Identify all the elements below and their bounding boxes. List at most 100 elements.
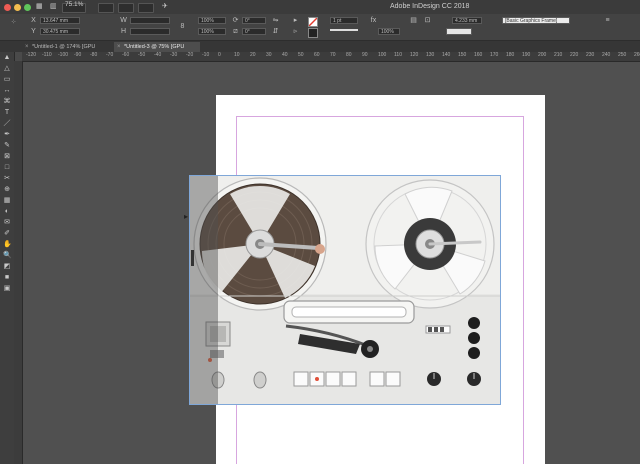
vertical-ruler[interactable]: [14, 61, 23, 464]
gradient-swatch-icon[interactable]: ▦: [3, 197, 11, 205]
eyedropper-icon[interactable]: ✐: [3, 230, 11, 238]
flip-vertical-icon[interactable]: ⇵: [272, 28, 279, 35]
ruler-tick-label: 120: [410, 52, 419, 58]
window-maximize-button[interactable]: [24, 4, 31, 11]
gradient-feather-icon[interactable]: ◐: [3, 208, 11, 216]
document-tabs: × *Untitled-1 @ 174% [GPU Preview] × *Un…: [0, 41, 640, 60]
constrain-proportions-icon[interactable]: 8: [179, 23, 186, 30]
none-swatch-icon: [309, 18, 317, 26]
arrange-documents-menu[interactable]: [138, 3, 154, 13]
ruler-tick-label: -100: [58, 52, 69, 58]
ruler-tick-label: -80: [90, 52, 98, 58]
ruler-tick-label: 30: [266, 52, 272, 58]
stroke-swatch[interactable]: [308, 28, 318, 38]
reference-point-icon[interactable]: ⁘: [10, 19, 17, 26]
bridge-icon[interactable]: ▥: [50, 0, 57, 14]
ruler-tick-label: 250: [618, 52, 627, 58]
zoom-icon[interactable]: 🔍: [3, 252, 12, 260]
ruler-tick-label: 110: [394, 52, 402, 58]
frame-edge-handle[interactable]: [191, 250, 194, 266]
app-home-icon[interactable]: ▦: [36, 0, 43, 14]
x-position-field[interactable]: 13.647 mm: [40, 17, 80, 24]
view-mode-icon[interactable]: ▣: [3, 285, 11, 293]
fitting-offset-field[interactable]: 4.233 mm: [452, 17, 482, 24]
select-container-icon[interactable]: ▸: [292, 17, 299, 24]
rect-tool-icon[interactable]: □: [3, 164, 11, 172]
graphics-frame[interactable]: [189, 175, 501, 405]
content-collector-icon[interactable]: ⌘: [3, 98, 11, 106]
ruler-tick-label: 10: [234, 52, 240, 58]
publish-online-icon[interactable]: ✈: [162, 0, 168, 14]
stroke-weight-field[interactable]: 1 pt: [330, 17, 358, 24]
flip-horizontal-icon[interactable]: ⇋: [272, 17, 279, 24]
free-transform-icon[interactable]: ⊕: [3, 186, 11, 194]
text-wrap-icon[interactable]: ▤: [410, 17, 417, 24]
tab-close-icon[interactable]: ×: [25, 42, 29, 52]
ruler-tick-label: 40: [282, 52, 288, 58]
fill-stroke-icon[interactable]: ◩: [3, 263, 11, 271]
stroke-type-menu[interactable]: [330, 29, 358, 35]
horizontal-ruler[interactable]: -120 -110 -100 -90 -80 -70 -60 -50 -40 -30 -20 -10 0…: [22, 52, 640, 62]
ruler-tick-label: 150: [458, 52, 467, 58]
ruler-tick-label: -40: [154, 52, 162, 58]
zoom-level-field[interactable]: 75.1%: [62, 1, 86, 13]
tab-untitled-3[interactable]: × *Untitled-3 @ 75% [GPU Preview]: [114, 42, 200, 60]
w-label-icon: W: [120, 17, 127, 24]
rotate-field[interactable]: 0°: [242, 17, 266, 24]
tools-panel: ▲ △ ▭ ↔ ⌘ T ／ ✒ ✎ ⊠ □ ✂ ⊕ ▦ ◐ ✉ ✐ ✋ 🔍 ◩ ■ ▣: [0, 52, 15, 464]
scissors-icon[interactable]: ✂: [3, 175, 11, 183]
ruler-tick-label: -90: [74, 52, 82, 58]
rotate-icon: ⟳: [232, 17, 239, 24]
pencil-tool-icon[interactable]: ✎: [3, 142, 11, 150]
rect-frame-icon[interactable]: ⊠: [3, 153, 11, 161]
zoom-level-value: 75.1%: [65, 1, 84, 8]
ruler-tick-label: 50: [298, 52, 304, 58]
type-tool-icon[interactable]: T: [3, 109, 11, 117]
y-position-field[interactable]: 30.475 mm: [40, 28, 80, 35]
ruler-tick-label: 0: [218, 52, 221, 58]
screen-mode-menu[interactable]: [118, 3, 134, 13]
ruler-tick-label: -60: [122, 52, 130, 58]
direct-select-icon[interactable]: △: [3, 65, 11, 73]
control-panel: ⁘ X 13.647 mm Y 30.475 mm W H 8 100% 100…: [0, 14, 640, 41]
ruler-tick-label: -120: [26, 52, 37, 58]
ruler-tick-label: 130: [426, 52, 435, 58]
width-field[interactable]: [130, 17, 170, 24]
hand-icon[interactable]: ✋: [3, 241, 12, 249]
tape-recorder-image: [190, 176, 500, 404]
scale-x-field[interactable]: 100%: [198, 17, 226, 24]
ruler-tick-label: 170: [490, 52, 499, 58]
object-style-select[interactable]: [Basic Graphics Frame]: [502, 17, 570, 24]
ruler-tick-label: 60: [314, 52, 320, 58]
window-close-button[interactable]: [4, 4, 11, 11]
cursor-icon: ▸: [184, 212, 189, 221]
x-label-icon: X: [31, 17, 36, 24]
view-options-menu[interactable]: [98, 3, 114, 13]
tab-close-icon[interactable]: ×: [117, 42, 121, 52]
ruler-tick-label: 260: [634, 52, 640, 58]
ruler-tick-label: 210: [554, 52, 563, 58]
gap-tool-icon[interactable]: ↔: [3, 87, 11, 95]
control-panel-menu-icon[interactable]: ≡: [604, 17, 611, 24]
height-field[interactable]: [130, 28, 170, 35]
pasteboard-overlay: [190, 176, 218, 404]
window-minimize-button[interactable]: [14, 4, 21, 11]
tab-untitled-1[interactable]: × *Untitled-1 @ 174% [GPU Preview]: [22, 42, 114, 60]
fitting-icon[interactable]: ⊡: [424, 17, 431, 24]
ruler-tick-label: 20: [250, 52, 256, 58]
note-icon[interactable]: ✉: [3, 219, 11, 227]
scale-y-field[interactable]: 100%: [198, 28, 226, 35]
apply-color-icon[interactable]: ■: [3, 274, 11, 282]
effects-icon[interactable]: fx: [370, 17, 377, 24]
pen-tool-icon[interactable]: ✒: [3, 131, 11, 139]
ruler-tick-label: -10: [202, 52, 210, 58]
fill-swatch[interactable]: [308, 17, 318, 27]
select-content-icon[interactable]: ▹: [292, 28, 299, 35]
stroke-color-field[interactable]: [446, 28, 472, 35]
page-tool-icon[interactable]: ▭: [3, 76, 11, 84]
shear-field[interactable]: 0°: [242, 28, 266, 35]
select-icon[interactable]: ▲: [3, 54, 11, 62]
opacity-field[interactable]: 100%: [378, 28, 400, 35]
line-tool-icon[interactable]: ／: [3, 120, 11, 128]
ruler-tick-label: 200: [538, 52, 547, 58]
